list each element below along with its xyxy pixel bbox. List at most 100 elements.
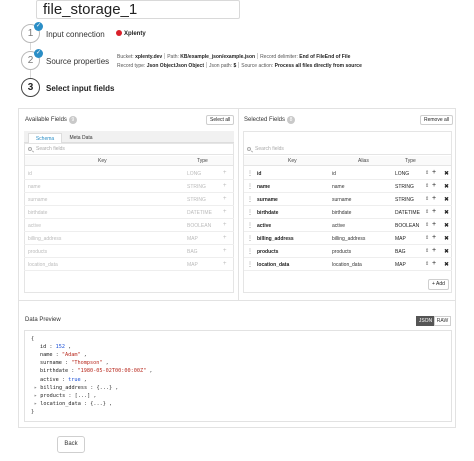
field-type-select[interactable]: BAG [395, 249, 406, 255]
remove-icon[interactable]: ✖ [444, 235, 449, 242]
add-icon[interactable]: + [432, 221, 436, 228]
field-key: products [28, 249, 48, 255]
json-line: } [31, 408, 35, 415]
add-field-button[interactable]: + Add [428, 279, 449, 290]
drag-handle-icon[interactable]: ⋮ [247, 222, 253, 229]
drag-handle-icon[interactable]: ⋮ [247, 209, 253, 216]
available-field-row: id LONG + [24, 167, 234, 180]
panel-divider [18, 300, 456, 301]
available-field-row: birthdate DATETIME + [24, 206, 234, 219]
step-1-label[interactable]: Input connection [46, 30, 105, 39]
chevron-updown-icon: ⇕ [425, 183, 430, 189]
field-type-select[interactable]: STRING [395, 184, 414, 190]
connection-name: Xplenty [116, 30, 146, 37]
remove-icon[interactable]: ✖ [444, 183, 449, 190]
step-1-indicator[interactable]: 1 ✓ [21, 22, 43, 43]
tab-schema[interactable]: Schema [28, 133, 62, 143]
json-line: ▸ products : [...] , [34, 392, 97, 399]
remove-icon[interactable]: ✖ [444, 209, 449, 216]
step-3-indicator: 3 [21, 78, 40, 97]
json-line: surname : "Thompson" , [40, 360, 109, 367]
add-icon[interactable]: + [432, 195, 436, 202]
available-field-row: surname STRING + [24, 193, 234, 206]
json-line: ▸ billing_address : {...} , [34, 384, 119, 391]
remove-icon[interactable]: ✖ [444, 196, 449, 203]
available-field-row: billing_address MAP + [24, 232, 234, 245]
available-field-row: location_data MAP + [24, 258, 234, 271]
field-alias-input[interactable]: location_data [332, 262, 362, 268]
drag-handle-icon[interactable]: ⋮ [247, 261, 253, 268]
add-icon[interactable]: + [432, 182, 436, 189]
json-line: id : 152 , [40, 344, 72, 351]
select-all-button[interactable]: Select all [206, 115, 235, 125]
add-icon: + [223, 248, 227, 254]
raw-toggle[interactable]: RAW [434, 316, 451, 326]
field-alias-input[interactable]: active [332, 223, 345, 229]
data-preview-title: Data Preview [25, 317, 61, 323]
field-type-select[interactable]: BOOLEAN [395, 223, 419, 229]
chevron-updown-icon: ⇕ [425, 222, 430, 228]
remove-icon[interactable]: ✖ [444, 261, 449, 268]
field-type: STRING [187, 197, 206, 203]
field-alias-input[interactable]: name [332, 184, 345, 190]
field-alias-input[interactable]: products [332, 249, 351, 255]
chevron-updown-icon: ⇕ [425, 248, 430, 254]
source-meta-line-2: Record type: Json ObjectJson Object Json … [117, 62, 362, 69]
remove-icon[interactable]: ✖ [444, 222, 449, 229]
selected-fields-title: Selected Fields 8 [244, 116, 296, 124]
selected-search-input[interactable]: Search fields [244, 144, 451, 155]
step-2-label[interactable]: Source properties [46, 57, 109, 66]
available-table-header: Key Type [25, 156, 233, 166]
add-icon: + [223, 209, 227, 215]
selected-field-row: ⋮ billing_address billing_address MAP ⇕ + ✖ [244, 232, 452, 245]
step-2-indicator[interactable]: 2 ✓ [21, 49, 43, 70]
add-icon: + [223, 170, 227, 176]
drag-handle-icon[interactable]: ⋮ [247, 196, 253, 203]
json-toggle[interactable]: JSON [416, 316, 435, 326]
add-icon: + [223, 235, 227, 241]
field-type-select[interactable]: MAP [395, 236, 406, 242]
field-alias-input[interactable]: birthdate [332, 210, 351, 216]
chevron-updown-icon: ⇕ [425, 235, 430, 241]
field-type-select[interactable]: MAP [395, 262, 406, 268]
remove-all-button[interactable]: Remove all [420, 115, 454, 125]
add-icon[interactable]: + [432, 169, 436, 176]
check-icon: ✓ [34, 22, 43, 31]
field-key: products [257, 249, 279, 255]
field-type-select[interactable]: STRING [395, 197, 414, 203]
field-type: BAG [187, 249, 198, 255]
search-icon [247, 147, 251, 151]
available-field-row: name STRING + [24, 180, 234, 193]
drag-handle-icon[interactable]: ⋮ [247, 235, 253, 242]
add-icon[interactable]: + [432, 260, 436, 267]
field-alias-input[interactable]: billing_address [332, 236, 365, 242]
field-type-select[interactable]: DATETIME [395, 210, 420, 216]
add-icon[interactable]: + [432, 208, 436, 215]
add-icon[interactable]: + [432, 247, 436, 254]
field-key: id [257, 171, 262, 177]
tab-meta-data[interactable]: Meta Data [64, 133, 98, 143]
source-meta-line-1: Bucket: xplenty.dev Path: KB/example_json… [117, 53, 351, 60]
package-name-input[interactable]: file_storage_1 [36, 0, 240, 19]
remove-icon[interactable]: ✖ [444, 248, 449, 255]
field-alias-input[interactable]: id [332, 171, 336, 177]
drag-handle-icon[interactable]: ⋮ [247, 183, 253, 190]
remove-icon[interactable]: ✖ [444, 170, 449, 177]
field-key: surname [257, 197, 278, 203]
json-line: ▸ location_data : {...} , [34, 400, 113, 407]
available-count-badge: 9 [68, 116, 77, 124]
json-preview [24, 330, 452, 422]
json-line: birthdate : "1980-05-02T00:00:00Z" , [40, 368, 153, 375]
drag-handle-icon[interactable]: ⋮ [247, 170, 253, 177]
back-button[interactable]: Back [57, 436, 85, 453]
field-key: location_data [28, 262, 58, 268]
field-type: DATETIME [187, 210, 212, 216]
field-key: location_data [257, 262, 290, 268]
field-alias-input[interactable]: surname [332, 197, 351, 203]
chevron-updown-icon: ⇕ [425, 196, 430, 202]
field-type-select[interactable]: LONG [395, 171, 409, 177]
available-search-input[interactable]: Search fields [25, 144, 233, 155]
drag-handle-icon[interactable]: ⋮ [247, 248, 253, 255]
field-type: BOOLEAN [187, 223, 212, 229]
add-icon[interactable]: + [432, 234, 436, 241]
